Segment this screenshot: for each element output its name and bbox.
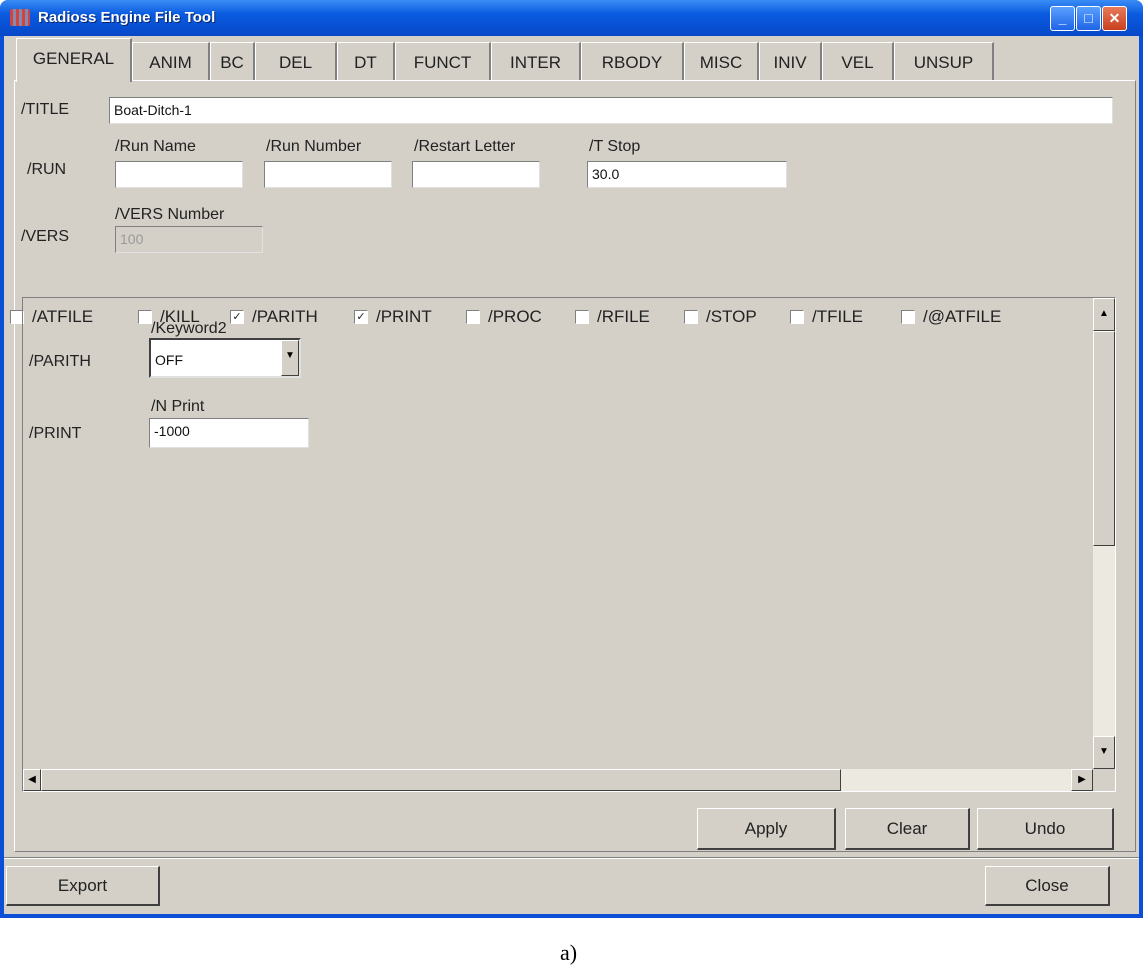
- figure-caption: a): [560, 940, 578, 965]
- keyword2-value: OFF: [155, 352, 183, 368]
- tab-general[interactable]: GENERAL: [16, 38, 132, 82]
- tab-misc[interactable]: MISC: [684, 42, 759, 80]
- tab-iniv[interactable]: INIV: [759, 42, 822, 80]
- maximize-button[interactable]: □: [1076, 6, 1101, 31]
- tab-unsup[interactable]: UNSUP: [894, 42, 994, 80]
- horizontal-scroll-thumb[interactable]: [41, 769, 841, 791]
- minimize-button[interactable]: _: [1050, 6, 1075, 31]
- vers-label: /VERS: [21, 228, 70, 245]
- keyword2-label: /Keyword2: [151, 320, 227, 337]
- scroll-left-icon[interactable]: ◀: [23, 769, 41, 791]
- tab-del[interactable]: DEL: [255, 42, 337, 80]
- title-input[interactable]: Boat-Ditch-1: [109, 97, 1113, 124]
- dropdown-arrow-icon[interactable]: ▼: [281, 340, 299, 376]
- print-label: /PRINT: [29, 425, 82, 442]
- tab-inter[interactable]: INTER: [491, 42, 581, 80]
- vertical-scrollbar[interactable]: ▲ ▼: [1093, 298, 1115, 769]
- app-icon: [10, 9, 30, 26]
- scroll-up-icon[interactable]: ▲: [1093, 298, 1115, 331]
- title-bar: Radioss Engine File Tool _ □ ✕: [0, 0, 1143, 36]
- title-label: /TITLE: [21, 101, 70, 118]
- run-number-label: /Run Number: [266, 138, 362, 155]
- vers-number-label: /VERS Number: [115, 206, 225, 223]
- restart-letter-input[interactable]: [412, 161, 540, 188]
- tab-funct[interactable]: FUNCT: [395, 42, 491, 80]
- tab-anim[interactable]: ANIM: [132, 42, 210, 80]
- apply-button[interactable]: Apply: [697, 808, 836, 850]
- run-number-input[interactable]: [264, 161, 392, 188]
- divider: [4, 857, 1139, 859]
- n-print-input[interactable]: -1000: [149, 418, 309, 448]
- vertical-scroll-thumb[interactable]: [1093, 331, 1115, 546]
- undo-button[interactable]: Undo: [977, 808, 1114, 850]
- horizontal-scrollbar[interactable]: ◀ ▶: [23, 769, 1093, 791]
- parith-label: /PARITH: [29, 353, 91, 370]
- t-stop-input[interactable]: 30.0: [587, 161, 787, 188]
- app-window: Radioss Engine File Tool _ □ ✕ GENERAL A…: [0, 0, 1143, 918]
- window-client: GENERAL ANIM BC DEL DT FUNCT INTER RBODY…: [4, 36, 1139, 914]
- vers-number-input: 100: [115, 226, 263, 253]
- close-button[interactable]: Close: [985, 866, 1110, 906]
- tab-dt[interactable]: DT: [337, 42, 395, 80]
- clear-button[interactable]: Clear: [845, 808, 970, 850]
- run-name-input[interactable]: [115, 161, 243, 188]
- scroll-down-icon[interactable]: ▼: [1093, 736, 1115, 769]
- tab-bc[interactable]: BC: [210, 42, 255, 80]
- keyword2-select[interactable]: OFF ▼: [149, 338, 301, 378]
- t-stop-label: /T Stop: [589, 138, 641, 155]
- close-window-button[interactable]: ✕: [1102, 6, 1127, 31]
- restart-letter-label: /Restart Letter: [414, 138, 516, 155]
- run-name-label: /Run Name: [115, 138, 196, 155]
- export-button[interactable]: Export: [6, 866, 160, 906]
- options-scroll-panel: /Keyword2 /PARITH OFF ▼ /N Print /PRINT …: [22, 297, 1116, 792]
- n-print-label: /N Print: [151, 398, 205, 415]
- window-title: Radioss Engine File Tool: [38, 9, 216, 26]
- run-label: /RUN: [27, 161, 67, 178]
- tab-vel[interactable]: VEL: [822, 42, 894, 80]
- scroll-right-icon[interactable]: ▶: [1071, 769, 1093, 791]
- tab-rbody[interactable]: RBODY: [581, 42, 684, 80]
